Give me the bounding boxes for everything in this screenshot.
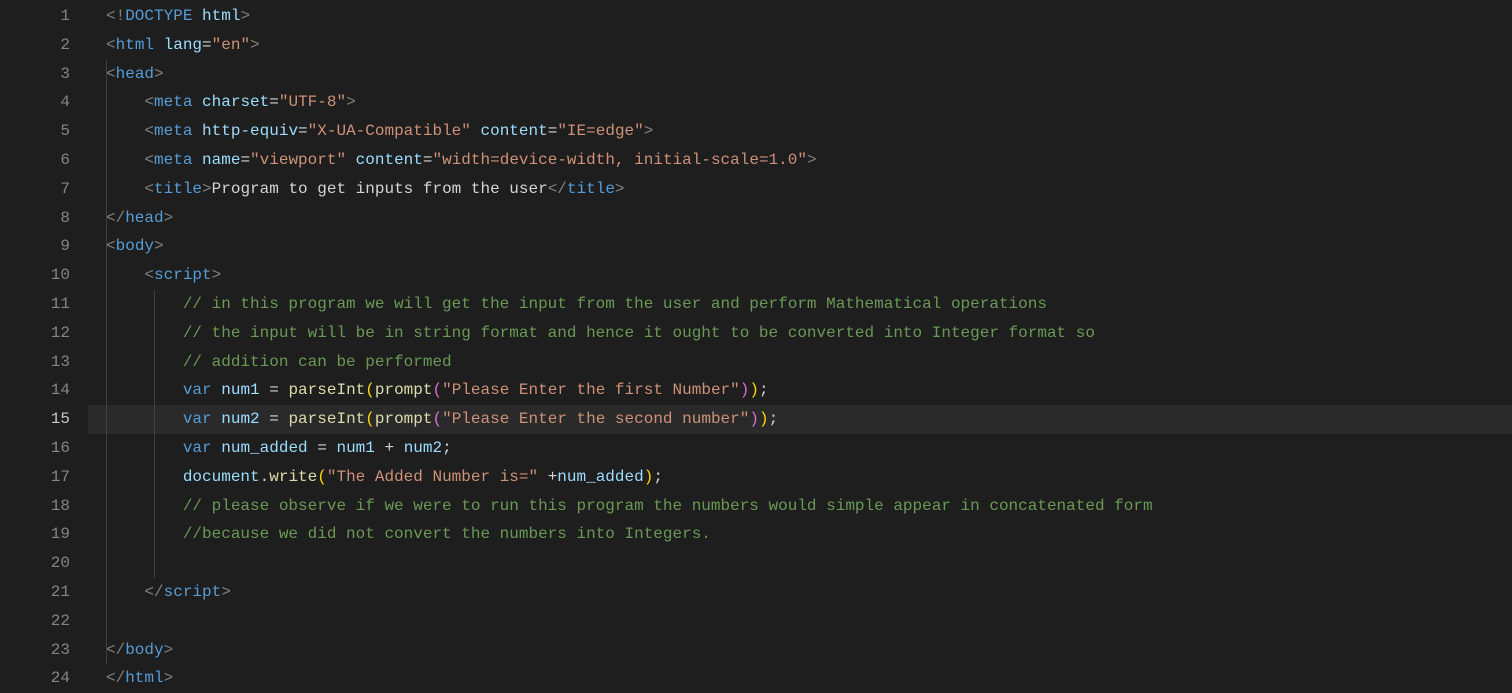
code-line[interactable]: // the input will be in string format an… xyxy=(88,319,1512,348)
code-line[interactable]: // please observe if we were to run this… xyxy=(88,492,1512,521)
code-line[interactable]: <head> xyxy=(88,60,1512,89)
indent-guide xyxy=(154,290,155,319)
indent-guide xyxy=(106,117,107,146)
line-number: 10 xyxy=(0,261,70,290)
indent-guide xyxy=(106,463,107,492)
indent-guide xyxy=(154,434,155,463)
line-number: 8 xyxy=(0,204,70,233)
code-line[interactable]: </html> xyxy=(88,664,1512,693)
indent-guide xyxy=(106,405,107,434)
line-number: 12 xyxy=(0,319,70,348)
code-line[interactable]: </script> xyxy=(88,578,1512,607)
code-line[interactable]: <html lang="en"> xyxy=(88,31,1512,60)
indent-guide xyxy=(106,319,107,348)
indent-guide xyxy=(154,405,155,434)
code-line[interactable]: var num2 = parseInt(prompt("Please Enter… xyxy=(88,405,1512,434)
code-line[interactable] xyxy=(88,549,1512,578)
code-line[interactable]: <title>Program to get inputs from the us… xyxy=(88,175,1512,204)
indent-guide xyxy=(106,146,107,175)
indent-guide xyxy=(106,492,107,521)
line-number: 7 xyxy=(0,175,70,204)
code-line[interactable]: <meta http-equiv="X-UA-Compatible" conte… xyxy=(88,117,1512,146)
line-number: 9 xyxy=(0,232,70,261)
code-line[interactable]: <script> xyxy=(88,261,1512,290)
indent-guide xyxy=(106,232,107,261)
line-number: 13 xyxy=(0,348,70,377)
line-number: 17 xyxy=(0,463,70,492)
line-number: 22 xyxy=(0,607,70,636)
code-line[interactable]: document.write("The Added Number is=" +n… xyxy=(88,463,1512,492)
indent-guide xyxy=(154,492,155,521)
indent-guide xyxy=(106,261,107,290)
line-number: 14 xyxy=(0,376,70,405)
line-number: 3 xyxy=(0,60,70,89)
code-line[interactable]: var num_added = num1 + num2; xyxy=(88,434,1512,463)
indent-guide xyxy=(154,319,155,348)
line-number-gutter: 1 2 3 4 5 6 7 8 9 10 11 12 13 14 15 16 1… xyxy=(0,0,88,693)
indent-guide xyxy=(106,88,107,117)
indent-guide xyxy=(106,348,107,377)
line-number: 16 xyxy=(0,434,70,463)
line-number: 5 xyxy=(0,117,70,146)
indent-guide xyxy=(106,607,107,636)
code-line[interactable]: <body> xyxy=(88,232,1512,261)
line-number: 6 xyxy=(0,146,70,175)
line-number: 2 xyxy=(0,31,70,60)
indent-guide xyxy=(106,520,107,549)
line-number: 19 xyxy=(0,520,70,549)
line-number: 11 xyxy=(0,290,70,319)
line-number: 4 xyxy=(0,88,70,117)
indent-guide xyxy=(106,60,107,89)
code-line[interactable]: <!DOCTYPE html> xyxy=(88,2,1512,31)
code-line[interactable]: </head> xyxy=(88,204,1512,233)
line-number: 15 xyxy=(0,405,70,434)
code-area[interactable]: <!DOCTYPE html> <html lang="en"> <head> … xyxy=(88,0,1512,693)
indent-guide xyxy=(154,520,155,549)
indent-guide xyxy=(154,348,155,377)
indent-guide xyxy=(106,434,107,463)
indent-guide xyxy=(154,376,155,405)
code-line[interactable]: <meta name="viewport" content="width=dev… xyxy=(88,146,1512,175)
indent-guide xyxy=(154,549,155,578)
line-number: 24 xyxy=(0,664,70,693)
indent-guide xyxy=(106,549,107,578)
code-line[interactable]: // addition can be performed xyxy=(88,348,1512,377)
code-line[interactable]: //because we did not convert the numbers… xyxy=(88,520,1512,549)
line-number: 23 xyxy=(0,636,70,665)
indent-guide xyxy=(106,290,107,319)
indent-guide xyxy=(106,578,107,607)
code-line[interactable] xyxy=(88,607,1512,636)
indent-guide xyxy=(154,463,155,492)
line-number: 21 xyxy=(0,578,70,607)
code-line[interactable]: <meta charset="UTF-8"> xyxy=(88,88,1512,117)
code-line[interactable]: </body> xyxy=(88,636,1512,665)
code-line[interactable]: var num1 = parseInt(prompt("Please Enter… xyxy=(88,376,1512,405)
code-line[interactable]: // in this program we will get the input… xyxy=(88,290,1512,319)
indent-guide xyxy=(106,376,107,405)
line-number: 1 xyxy=(0,2,70,31)
line-number: 20 xyxy=(0,549,70,578)
indent-guide xyxy=(106,204,107,233)
line-number: 18 xyxy=(0,492,70,521)
indent-guide xyxy=(106,175,107,204)
code-editor[interactable]: 1 2 3 4 5 6 7 8 9 10 11 12 13 14 15 16 1… xyxy=(0,0,1512,693)
indent-guide xyxy=(106,636,107,665)
